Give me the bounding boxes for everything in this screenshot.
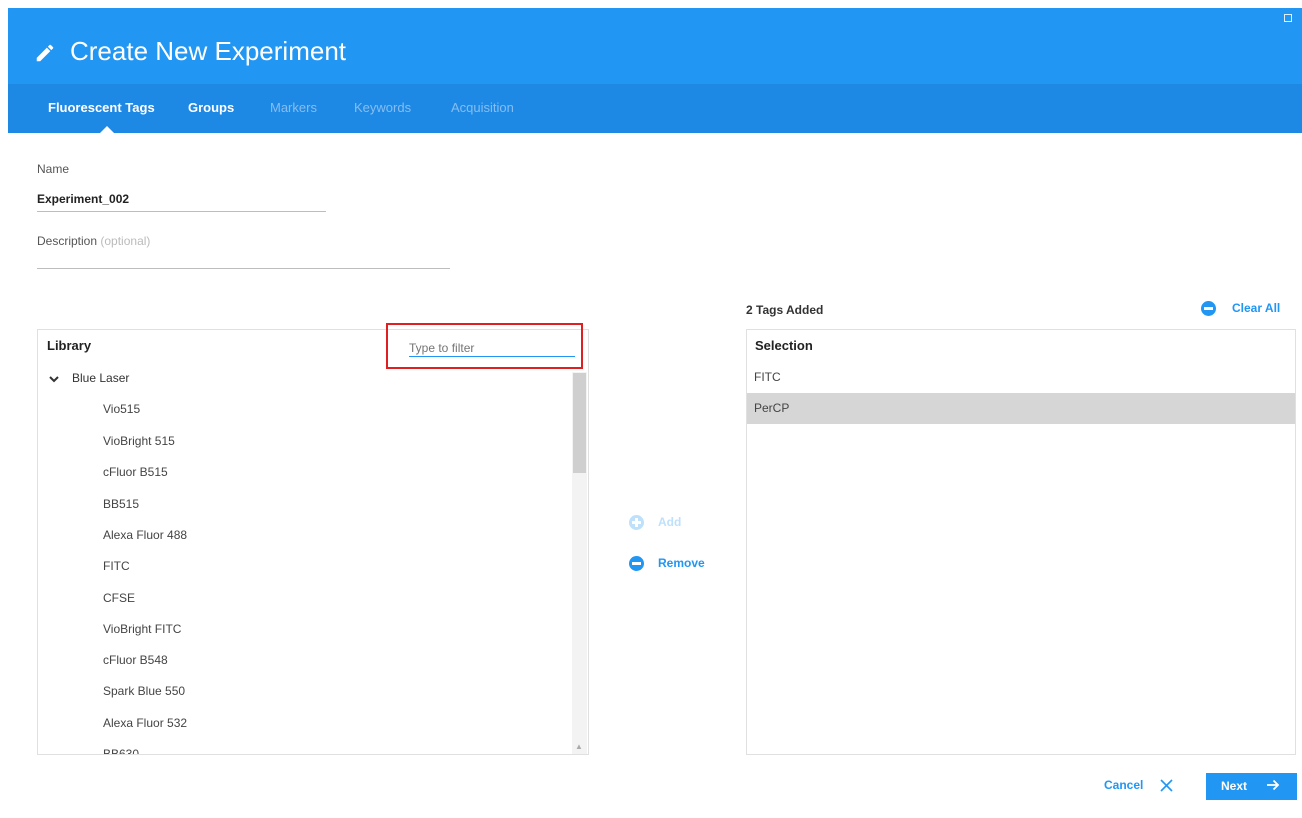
remove-circle-icon <box>1201 301 1216 316</box>
remove-label: Remove <box>658 556 705 570</box>
name-underline <box>37 211 326 212</box>
cancel-label: Cancel <box>1104 778 1144 792</box>
tab-acquisition: Acquisition <box>451 100 514 115</box>
scrollbar-thumb[interactable] <box>573 373 586 473</box>
scroll-down-icon[interactable]: ▲ <box>575 742 583 751</box>
selection-item-fitc[interactable]: FITC <box>747 362 1295 393</box>
cancel-button[interactable]: Cancel <box>1104 778 1173 792</box>
list-item[interactable]: BB515 <box>103 497 139 511</box>
filter-input[interactable] <box>409 339 575 357</box>
pencil-icon <box>36 44 54 62</box>
filter-highlight <box>386 323 583 369</box>
close-icon <box>1160 779 1173 792</box>
name-label: Name <box>37 162 70 176</box>
tab-bar: Fluorescent Tags Groups Markers Keywords… <box>8 84 1302 133</box>
optional-hint: (optional) <box>100 234 151 248</box>
description-underline <box>37 268 450 269</box>
tags-added-count: 2 Tags Added <box>746 303 824 317</box>
description-label: Description (optional) <box>37 234 150 248</box>
next-label: Next <box>1221 779 1248 793</box>
add-label: Add <box>658 515 682 529</box>
tab-fluorescent-tags[interactable]: Fluorescent Tags <box>48 100 155 115</box>
list-item[interactable]: VioBright 515 <box>103 434 175 448</box>
page-title: Create New Experiment <box>70 36 346 66</box>
list-item[interactable]: FITC <box>103 559 130 573</box>
list-item[interactable]: cFluor B515 <box>103 465 168 479</box>
list-item[interactable]: Alexa Fluor 532 <box>103 716 187 730</box>
header-bar: Create New Experiment Fluorescent Tags G… <box>8 8 1302 133</box>
list-item[interactable]: Spark Blue 550 <box>103 684 185 698</box>
active-tab-indicator <box>100 126 114 133</box>
list-item[interactable]: BB630 <box>103 747 139 754</box>
list-item[interactable]: cFluor B548 <box>103 653 168 667</box>
tab-keywords: Keywords <box>354 100 412 115</box>
chevron-down-icon[interactable] <box>48 373 60 385</box>
clear-all-label: Clear All <box>1232 301 1281 315</box>
remove-icon <box>629 556 644 571</box>
selection-header: Selection <box>755 338 813 353</box>
list-item[interactable]: CFSE <box>103 591 135 605</box>
library-header: Library <box>47 338 92 353</box>
maximize-icon[interactable] <box>1284 14 1292 22</box>
list-item[interactable]: Vio515 <box>103 402 140 416</box>
selection-item-percp[interactable]: PerCP <box>747 393 1295 424</box>
group-label: Blue Laser <box>72 371 130 385</box>
tab-markers: Markers <box>270 100 317 115</box>
description-input[interactable] <box>37 248 449 266</box>
next-button[interactable]: Next <box>1206 773 1297 800</box>
tab-groups[interactable]: Groups <box>188 100 234 115</box>
arrow-right-icon <box>1267 779 1280 791</box>
add-icon <box>629 515 644 530</box>
description-label-text: Description <box>37 234 98 248</box>
title-row: Create New Experiment <box>8 8 1302 84</box>
name-input[interactable] <box>37 190 325 208</box>
list-item[interactable]: VioBright FITC <box>103 622 181 636</box>
list-item[interactable]: Alexa Fluor 488 <box>103 528 187 542</box>
